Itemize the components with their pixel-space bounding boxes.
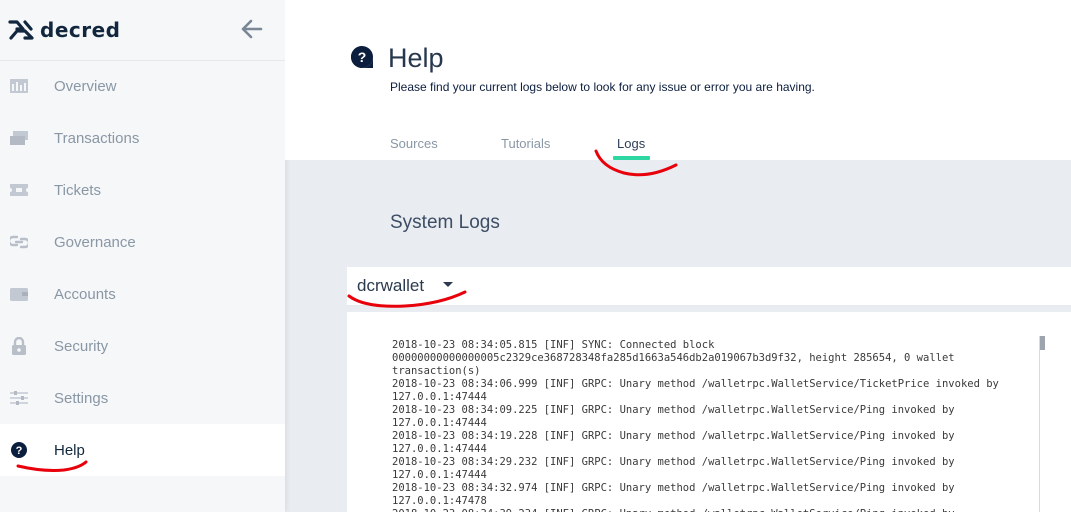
decred-logo-icon [8,20,34,40]
sidebar-item-transactions[interactable]: Transactions [0,112,285,164]
logo-text: decred [40,18,121,42]
log-panel[interactable]: 2018-10-23 08:34:05.815 [INF] SYNC: Conn… [347,312,1071,512]
sidebar-item-tickets[interactable]: Tickets [0,164,285,216]
caret-down-icon [443,282,453,287]
sidebar-item-governance[interactable]: Governance [0,216,285,268]
sidebar-item-label: Overview [54,77,117,95]
sidebar-item-security[interactable]: Security [0,320,285,372]
back-arrow-icon[interactable] [240,17,264,41]
tab-tutorials[interactable]: Tutorials [501,136,550,151]
tickets-icon [10,181,28,199]
help-icon: ? [10,441,28,459]
sidebar-item-label: Help [54,441,85,459]
page-subtitle: Please find your current logs below to l… [390,80,815,94]
sidebar-item-overview[interactable]: Overview [0,60,285,112]
svg-text:?: ? [16,445,23,457]
sidebar-item-settings[interactable]: Settings [0,372,285,424]
scrollbar-thumb[interactable] [1040,336,1045,350]
selected-log-source: dcrwallet [357,276,425,295]
sidebar-item-label: Tickets [54,181,101,199]
sidebar-item-help[interactable]: ? Help [0,424,285,476]
page-title: Help [388,43,444,73]
sidebar-item-label: Accounts [54,285,116,303]
transactions-icon [10,129,28,147]
brand-header: decred [0,0,285,61]
svg-text:?: ? [358,49,367,65]
active-tab-indicator [613,156,650,160]
lock-icon [10,337,28,355]
help-title-icon: ? [351,46,373,68]
sidebar: decred Overview Transactions Tickets Gov… [0,0,285,512]
scrollbar-track[interactable] [1039,336,1046,512]
tab-sources[interactable]: Sources [390,136,438,151]
section-title: System Logs [390,212,500,233]
governance-icon [10,233,28,251]
log-text: 2018-10-23 08:34:05.815 [INF] SYNC: Conn… [392,339,999,512]
tab-logs[interactable]: Logs [617,136,645,151]
decred-logo: decred [8,18,120,42]
sidebar-item-accounts[interactable]: Accounts [0,268,285,320]
sidebar-item-label: Security [54,337,109,355]
sidebar-item-label: Settings [54,389,109,407]
sidebar-item-label: Transactions [54,129,140,147]
overview-icon [10,77,28,95]
settings-sliders-icon [10,389,28,407]
log-source-select[interactable]: dcrwallet [347,267,1071,306]
sidebar-item-label: Governance [54,233,136,251]
accounts-icon [10,285,28,303]
